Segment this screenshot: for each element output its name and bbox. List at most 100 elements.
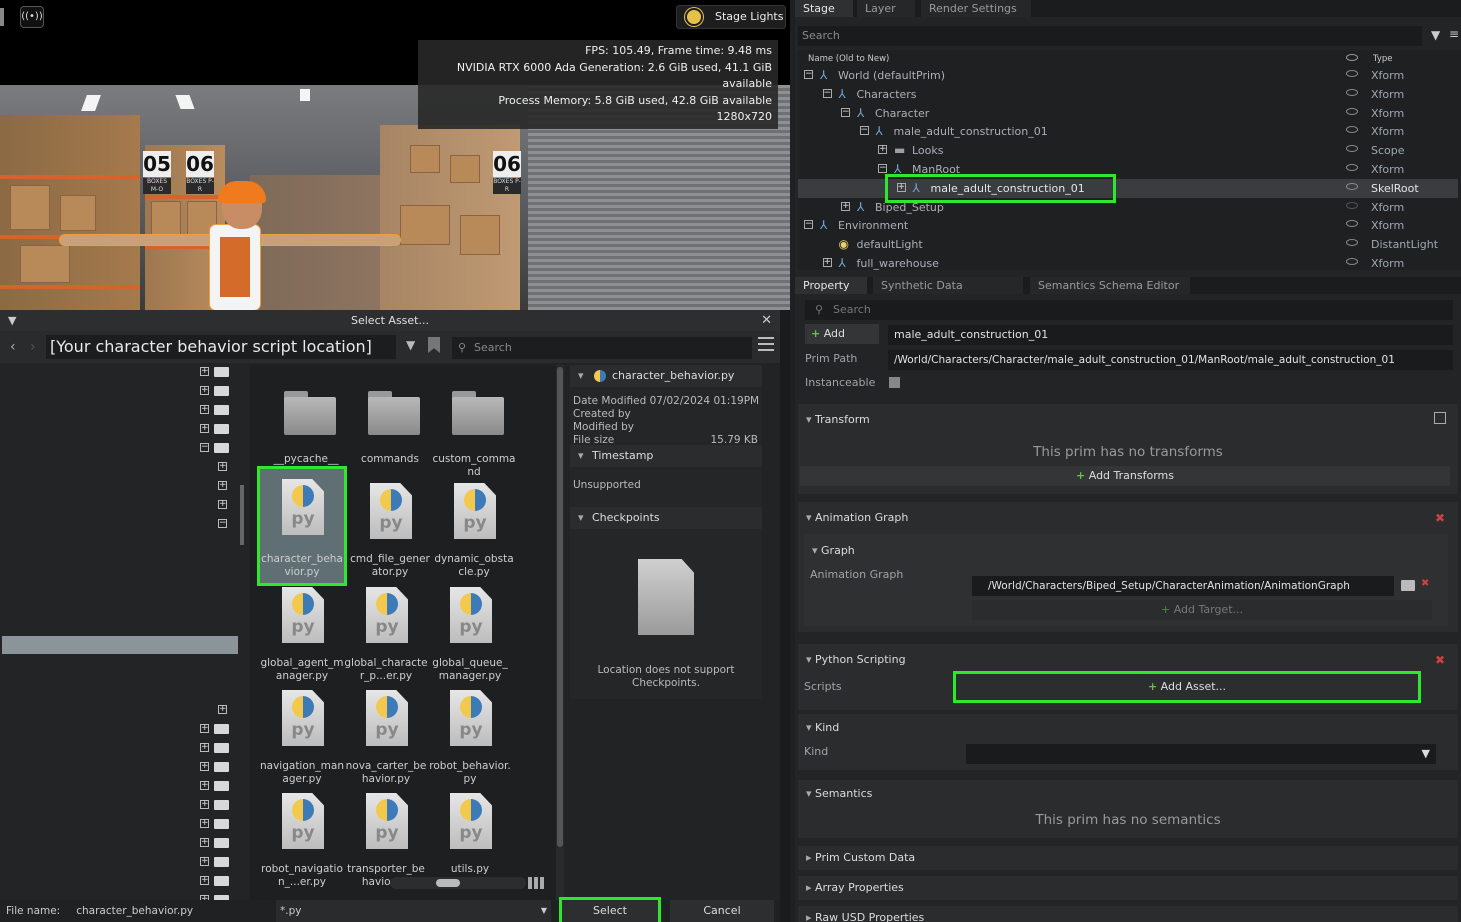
visibility-eye-icon[interactable] xyxy=(1346,220,1358,228)
tree-selected-row[interactable] xyxy=(2,636,238,654)
info-file-header[interactable]: character_behavior.py xyxy=(570,365,762,387)
stage-row[interactable]: − ⅄ male_adult_construction_01 Xform xyxy=(798,122,1458,141)
select-asset-dialog[interactable]: ▼ Select Asset... ✕ ‹ › [Your character … xyxy=(0,310,790,922)
file-type-select[interactable]: *.py ▼ xyxy=(276,900,551,922)
character-model[interactable] xyxy=(60,215,400,310)
vscroll-thumb[interactable] xyxy=(557,367,563,847)
col-name-header[interactable]: Name (Old to New) xyxy=(808,54,889,64)
expand-toggle-icon[interactable]: − xyxy=(878,164,887,173)
tree-node[interactable]: + xyxy=(200,724,240,734)
stage-row[interactable]: − ⅄ Characters Xform xyxy=(798,85,1458,104)
tab-stage[interactable]: Stage xyxy=(795,0,853,17)
options-icon[interactable]: ≡ xyxy=(1449,27,1459,41)
tree-node[interactable]: + xyxy=(200,743,240,753)
tree-node[interactable]: + xyxy=(200,781,240,791)
remove-python-icon[interactable]: ✖ xyxy=(1435,653,1445,667)
tree-scrollbar[interactable] xyxy=(240,485,244,545)
grid-vscrollbar[interactable] xyxy=(556,365,564,905)
hscroll-thumb[interactable] xyxy=(436,879,460,887)
stage-row[interactable]: ◉ defaultLight DistantLight xyxy=(798,235,1458,254)
tree-node[interactable]: + xyxy=(200,876,240,886)
select-button[interactable]: Select xyxy=(559,897,661,922)
tab-semantics-schema-editor[interactable]: Semantics Schema Editor xyxy=(1030,277,1190,294)
prim-name-input[interactable]: male_adult_construction_01 xyxy=(888,325,1453,345)
animation-graph-header[interactable]: Animation Graph xyxy=(806,511,908,524)
visibility-eye-icon[interactable] xyxy=(1346,239,1358,247)
panel-splitter[interactable] xyxy=(780,310,790,922)
array-properties-header[interactable]: Array Properties xyxy=(806,881,904,894)
folder-tree[interactable]: + + + + − + + + − + + + + + + + + + + + xyxy=(0,365,248,905)
expand-toggle-icon[interactable]: + xyxy=(878,145,887,155)
file-tile[interactable]: py global_queue_manager.py xyxy=(428,577,512,682)
kind-header[interactable]: Kind xyxy=(806,721,839,734)
tree-node[interactable]: + xyxy=(200,386,240,396)
file-tile[interactable]: py global_agent_manager.py xyxy=(260,577,344,682)
stage-tree[interactable]: Name (Old to New) Type − ⅄ World (defaultP… xyxy=(798,50,1461,270)
prim-custom-data-section[interactable]: Prim Custom Data xyxy=(798,846,1458,870)
timestamp-header[interactable]: Timestamp xyxy=(570,445,762,467)
tab-layer[interactable]: Layer xyxy=(857,0,915,17)
file-tile[interactable]: py robot_navigation_...er.py xyxy=(260,783,344,888)
back-arrow-icon[interactable]: ‹ xyxy=(10,339,16,355)
clear-path-icon[interactable]: ✖ xyxy=(1421,578,1429,589)
forward-arrow-icon[interactable]: › xyxy=(30,339,36,355)
python-scripting-header[interactable]: Python Scripting xyxy=(806,653,906,666)
add-asset-button[interactable]: + Add Asset... xyxy=(953,671,1421,703)
expand-toggle-icon[interactable]: − xyxy=(822,88,832,98)
stage-search-input[interactable]: Search xyxy=(798,26,1422,46)
dialog-titlebar[interactable]: ▼ Select Asset... ✕ xyxy=(0,310,780,331)
instanceable-checkbox[interactable] xyxy=(889,377,900,388)
tree-node[interactable]: + xyxy=(200,424,240,434)
expand-toggle-icon[interactable]: − xyxy=(859,126,869,136)
raw-usd-section[interactable]: Raw USD Properties xyxy=(798,906,1458,922)
file-grid[interactable]: __pycache__ commands custom_command py ch… xyxy=(250,365,560,905)
tree-node[interactable]: + xyxy=(200,857,240,867)
stage-lights-button[interactable]: Stage Lights xyxy=(676,5,786,29)
tab-property[interactable]: Property xyxy=(795,277,867,294)
viewport[interactable]: ((•)) Stage Lights 05 BOXES M-O 06 BOXES… xyxy=(0,0,790,310)
file-tile[interactable]: py cmd_file_generator.py xyxy=(348,473,432,578)
tree-node[interactable]: + xyxy=(200,762,240,772)
expand-toggle-icon[interactable]: − xyxy=(804,70,813,79)
file-search-input[interactable]: ⚲ Search xyxy=(452,337,752,359)
expand-toggle-icon[interactable]: + xyxy=(822,258,832,267)
stage-row[interactable]: − ⅄ Character Xform xyxy=(798,104,1458,123)
collapse-triangle-icon[interactable]: ▼ xyxy=(8,310,16,331)
file-tile[interactable]: py navigation_manager.py xyxy=(260,680,344,785)
grid-view-icon[interactable] xyxy=(528,877,544,889)
folder-tile[interactable]: __pycache__ xyxy=(264,373,348,477)
file-tile[interactable]: py utils.py xyxy=(428,783,512,887)
file-tile[interactable]: py robot_behavior.py xyxy=(428,680,512,785)
tree-node[interactable]: − xyxy=(200,443,240,453)
prim-custom-data-header[interactable]: Prim Custom Data xyxy=(806,851,915,864)
property-search-input[interactable]: ⚲ Search xyxy=(805,300,1453,320)
visibility-eye-icon[interactable] xyxy=(1346,88,1358,96)
stage-row[interactable]: + ▬ Looks Scope xyxy=(798,141,1458,160)
visibility-eye-icon[interactable] xyxy=(1346,126,1358,134)
checkpoints-header[interactable]: Checkpoints xyxy=(570,507,762,529)
file-tile[interactable]: py nova_carter_behavior.py xyxy=(344,680,428,785)
file-name-field[interactable]: File name: character_behavior.py xyxy=(0,900,270,922)
stage-row[interactable]: − ⅄ Environment Xform xyxy=(798,216,1458,235)
graph-header[interactable]: Graph xyxy=(812,544,855,557)
visibility-eye-icon[interactable] xyxy=(1346,258,1358,265)
file-tile[interactable]: py transporter_behavior.py xyxy=(344,783,428,888)
visibility-eye-icon[interactable] xyxy=(1346,145,1358,153)
visibility-eye-icon[interactable] xyxy=(1346,107,1358,115)
kind-select[interactable]: ▼ xyxy=(966,744,1436,764)
bookmark-icon[interactable] xyxy=(428,337,440,353)
path-input[interactable]: [Your character behavior script location… xyxy=(46,335,396,359)
expand-toggle-icon[interactable]: + xyxy=(841,201,850,211)
menu-icon[interactable] xyxy=(758,337,774,351)
folder-tile[interactable]: custom_command xyxy=(432,373,516,478)
tree-node[interactable]: + xyxy=(200,405,240,415)
tab-synthetic-data-recorder[interactable]: Synthetic Data Recorder xyxy=(873,277,1023,309)
add-button[interactable]: + Add xyxy=(805,324,879,344)
tree-node[interactable]: + xyxy=(200,367,240,377)
stage-row[interactable]: + ⅄ full_warehouse Xform xyxy=(798,254,1458,273)
stage-row[interactable]: − ⅄ World (defaultPrim) Xform xyxy=(798,66,1458,85)
file-tile[interactable]: py global_character_p...er.py xyxy=(344,577,428,682)
remove-animation-icon[interactable]: ✖ xyxy=(1435,511,1445,525)
folder-tile[interactable]: commands xyxy=(348,373,432,477)
tab-render-settings[interactable]: Render Settings xyxy=(921,0,1031,17)
